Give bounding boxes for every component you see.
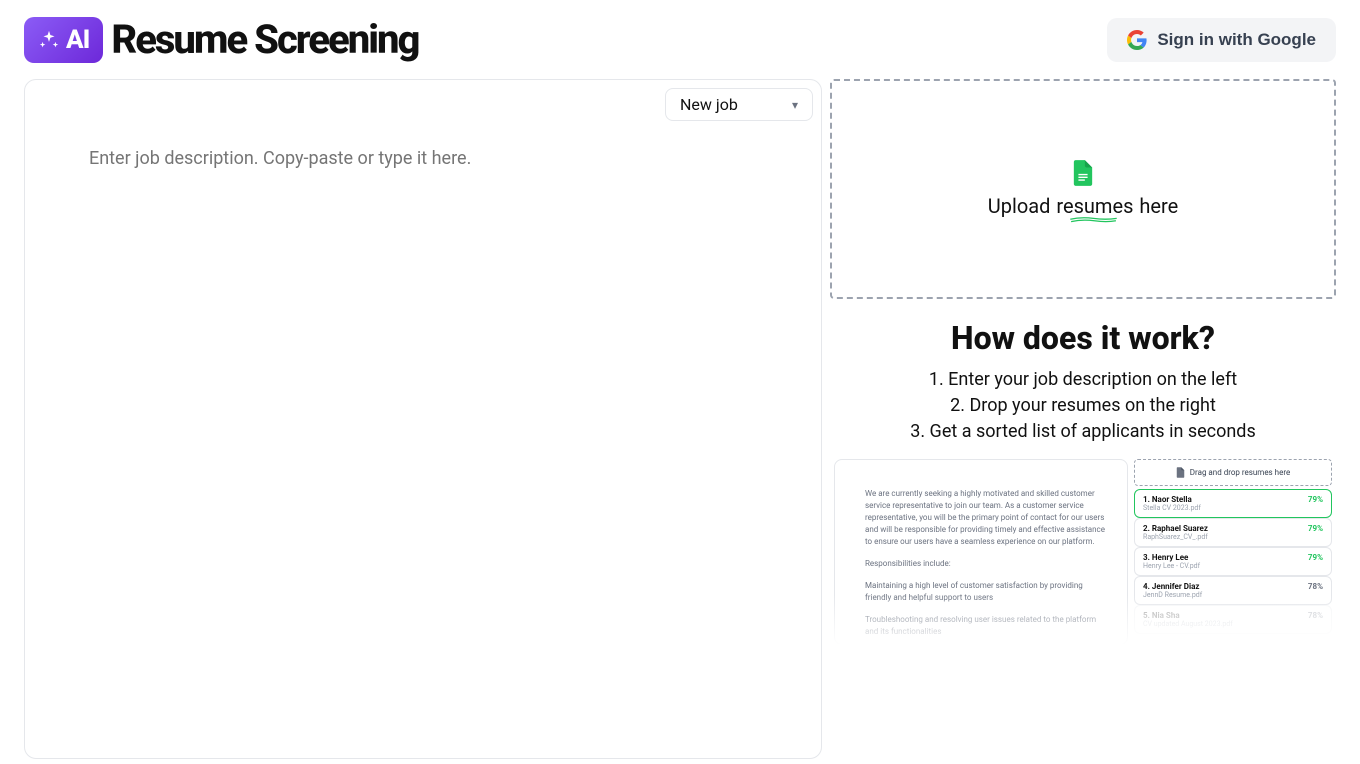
header: AI Resume Screening Sign in with Google bbox=[0, 0, 1360, 79]
signin-google-button[interactable]: Sign in with Google bbox=[1107, 18, 1336, 62]
how-title: How does it work? bbox=[830, 319, 1336, 357]
right-panel: Upload resumes here How does it work? 1.… bbox=[830, 79, 1336, 759]
job-description-textarea[interactable] bbox=[33, 88, 813, 750]
applicant-score: 79% bbox=[1308, 524, 1323, 533]
applicant-score: 78% bbox=[1308, 611, 1323, 620]
applicant-card: 4. Jennifer Diaz JennD Resume.pdf 78% bbox=[1134, 576, 1332, 605]
preview-results: Drag and drop resumes here 1. Naor Stell… bbox=[1134, 459, 1332, 645]
job-select[interactable]: New job ▾ bbox=[665, 88, 813, 121]
ai-label: AI bbox=[66, 25, 89, 55]
applicant-card: 2. Raphael Suarez RaphSuarez_CV_.pdf 79% bbox=[1134, 518, 1332, 547]
applicant-score: 78% bbox=[1308, 582, 1323, 591]
applicant-name: 1. Naor Stella bbox=[1143, 495, 1201, 504]
how-steps: 1. Enter your job description on the lef… bbox=[830, 367, 1336, 445]
main: New job ▾ Upload resumes here How does i… bbox=[0, 79, 1360, 759]
upload-dropzone[interactable]: Upload resumes here bbox=[830, 79, 1336, 299]
applicant-name: 5. Nia Sha bbox=[1143, 611, 1233, 620]
applicant-file: RaphSuarez_CV_.pdf bbox=[1143, 533, 1208, 541]
ai-badge: AI bbox=[24, 17, 103, 63]
applicant-card: 3. Henry Lee Henry Lee - CV.pdf 79% bbox=[1134, 547, 1332, 576]
applicant-card: 5. Nia Sha CV updated August 2023.pdf 78… bbox=[1134, 605, 1332, 634]
applicant-name: 2. Raphael Suarez bbox=[1143, 524, 1208, 533]
applicant-file: Stella CV 2023.pdf bbox=[1143, 504, 1201, 512]
sparkle-icon bbox=[38, 29, 60, 51]
applicant-score: 79% bbox=[1308, 495, 1323, 504]
applicant-file: CV updated August 2023.pdf bbox=[1143, 620, 1233, 628]
how-section: How does it work? 1. Enter your job desc… bbox=[830, 319, 1336, 645]
how-step-3: 3. Get a sorted list of applicants in se… bbox=[830, 419, 1336, 445]
job-select-label: New job bbox=[680, 95, 738, 114]
file-icon bbox=[1176, 467, 1185, 478]
app-title: Resume Screening bbox=[111, 16, 418, 63]
preview: We are currently seeking a highly motiva… bbox=[830, 459, 1336, 645]
applicant-file: JennD Resume.pdf bbox=[1143, 591, 1202, 599]
google-icon bbox=[1127, 30, 1147, 50]
applicant-name: 4. Jennifer Diaz bbox=[1143, 582, 1202, 591]
how-step-1: 1. Enter your job description on the lef… bbox=[830, 367, 1336, 393]
preview-jd: We are currently seeking a highly motiva… bbox=[834, 459, 1128, 645]
applicant-name: 3. Henry Lee bbox=[1143, 553, 1200, 562]
file-icon bbox=[1072, 160, 1094, 186]
preview-dropzone: Drag and drop resumes here bbox=[1134, 459, 1332, 486]
upload-text: Upload resumes here bbox=[988, 194, 1178, 218]
signin-label: Sign in with Google bbox=[1157, 30, 1316, 50]
applicant-file: Henry Lee - CV.pdf bbox=[1143, 562, 1200, 570]
logo-section: AI Resume Screening bbox=[24, 16, 418, 63]
how-step-2: 2. Drop your resumes on the right bbox=[830, 393, 1336, 419]
job-description-panel: New job ▾ bbox=[24, 79, 822, 759]
chevron-down-icon: ▾ bbox=[792, 98, 798, 112]
applicant-score: 79% bbox=[1308, 553, 1323, 562]
applicant-card: 1. Naor Stella Stella CV 2023.pdf 79% bbox=[1134, 489, 1332, 518]
